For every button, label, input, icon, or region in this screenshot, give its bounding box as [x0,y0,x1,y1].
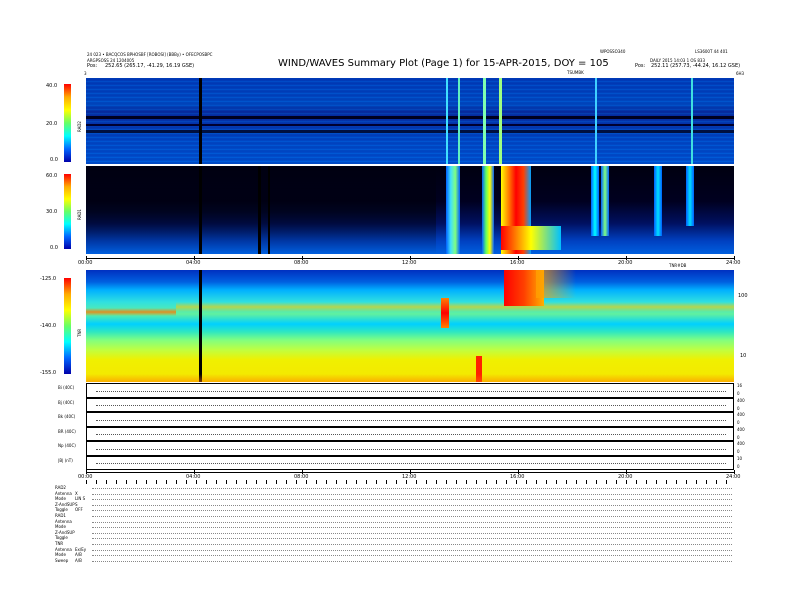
status-row-dots [92,504,732,506]
line-panel-range-top: 400 [737,441,745,446]
status-row-label: Toggle [55,507,68,513]
status-row-dots [92,555,732,557]
line-panel-trace [96,448,726,450]
line-panel-range-bot: 0 [737,405,740,411]
time-tick-label: 08:00 [294,260,309,266]
status-row-dots [92,532,732,534]
rad1-cbar-label-mid: 30.0 [46,209,58,215]
line-panel-range-bot: 0 [737,463,740,469]
status-row-dots [92,544,732,545]
line-panel-range-top: 400 [737,412,745,417]
rad2-cbar-label-top: 40.0 [46,83,58,89]
rad1-colorbar [64,174,71,249]
status-row-label: Mode [55,496,66,502]
rad1-spectrogram [86,166,734,254]
line-panel-range-bot: 0 [737,449,740,454]
line-panel-trace [96,434,726,436]
status-row-value: Ex/Ey [75,546,87,552]
time-tick-label: 20:00 [618,260,633,266]
status-row-label: Z-AndSUP [55,501,75,507]
tnr-seg-label: TNR#DB [669,263,687,268]
time-tick-label: 16:00 [510,260,525,266]
status-row-label: Toggle [55,535,68,541]
status-row-dots [92,549,732,551]
rad2-cbar-label-bot: 0.0 [50,157,58,163]
status-row-label: Mode [55,552,66,558]
status-row-label: Antenna [55,490,72,496]
status-row-label: Antenna [55,546,72,552]
status-row-value: OFF [75,507,83,513]
status-row-label: RAD1 [55,513,66,518]
status-row-label: Z-AndSUP [55,529,75,535]
line-panel-label: Bj (40C) [58,399,75,405]
line-panel-range-bot: 0 [737,420,740,425]
status-row-value: LIN S [75,496,86,502]
tnr-axis-label: TNR [77,328,82,337]
status-row-dots [92,527,732,529]
header-left-pos-label: Pos: [87,63,98,69]
line-panel-label: BR (40C) [58,428,76,434]
header-right-line1: WPOSSO340 [600,49,626,54]
tnr-spectrogram [86,270,734,382]
line-panel-range-top: 16 [737,383,743,388]
line-panel-range-bot: 0 [737,434,740,440]
tnr-colorbar [64,278,71,374]
line-panel-range-top: 400 [737,397,745,403]
status-row-value: A/B [75,557,82,563]
status-row-value: X [75,490,78,496]
time-tick-label: 00:00 [78,260,93,266]
status-row-dots [92,510,732,512]
line-panel-range-top: 10 [737,455,743,461]
status-row-dots [92,521,732,523]
status-tick-strip [86,480,734,484]
time-tick-label: 24:00 [726,260,741,266]
line-panel-label: |B| (nT) [58,457,73,463]
right-tick-top-6h3: 6H3 [736,71,745,76]
line-panel-trace [96,419,726,421]
header-left-line1: 24 023 • BACQCOS BPHOSBF [ROBOSI] (BBBy)… [87,52,213,57]
rad2-spectrogram [86,78,734,164]
right-tick-top-3: 3 [84,71,87,76]
page-title: WIND/WAVES Summary Plot (Page 1) for 15-… [278,58,609,69]
header-right-line1b: LS3600T 44 401 [695,49,728,54]
status-row-dots [92,538,732,540]
line-panel-label: Bi (40C) [58,385,75,390]
tnr-cbar-label-bot: -155.0 [40,370,57,376]
line-panel-trace [96,463,726,465]
tnr-cbar-label-top: -125.0 [40,276,57,282]
rad1-axis-label: RAD1 [77,209,82,220]
line-panel-label: Bk (40C) [58,414,76,419]
header-tsum: TSUMBK [567,70,584,75]
header-left-pos-value: 252.65 (265.17, -41.29, 16.19 GSE) [105,63,195,69]
status-row-dots [92,499,732,501]
status-row-label: Antenna [55,518,72,524]
status-row-dots [92,488,732,489]
status-row-dots [92,493,732,495]
status-row-dots [92,516,732,517]
header-right-pos-label: Pos: [635,63,646,69]
line-panel-trace [96,405,726,407]
status-row-label: Sweep [55,557,69,563]
tnr-cbar-label-mid: -140.0 [40,323,57,329]
rad1-cbar-label-bot: 0.0 [50,245,58,251]
time-tick-label: 12:00 [402,260,417,266]
rad2-axis-label: RAD2 [77,121,82,132]
line-panel-trace [96,390,726,392]
rad2-cbar-label-mid: 20.0 [46,121,58,127]
status-row-label: TNR [55,541,64,546]
line-panel-label: Np (40C) [58,443,76,448]
status-row-value: S [75,501,78,507]
time-tick-label: 04:00 [186,260,201,266]
header-right-pos-value: 252.11 (257.73, -44.24, 16.12 GSE) [651,63,741,69]
line-panel-range-bot: 0 [737,391,740,396]
line-panel-range-top: 400 [737,426,745,432]
tnr-right-tick-100: 100 [738,293,748,299]
status-row-value: A/B [75,552,82,558]
status-row-label: RAD2 [55,485,66,490]
tnr-right-tick-10: 10 [740,353,747,359]
rad1-cbar-label-top: 60.0 [46,173,58,179]
status-row-label: Mode [55,524,66,530]
status-row-dots [92,560,732,562]
rad2-colorbar [64,84,71,162]
